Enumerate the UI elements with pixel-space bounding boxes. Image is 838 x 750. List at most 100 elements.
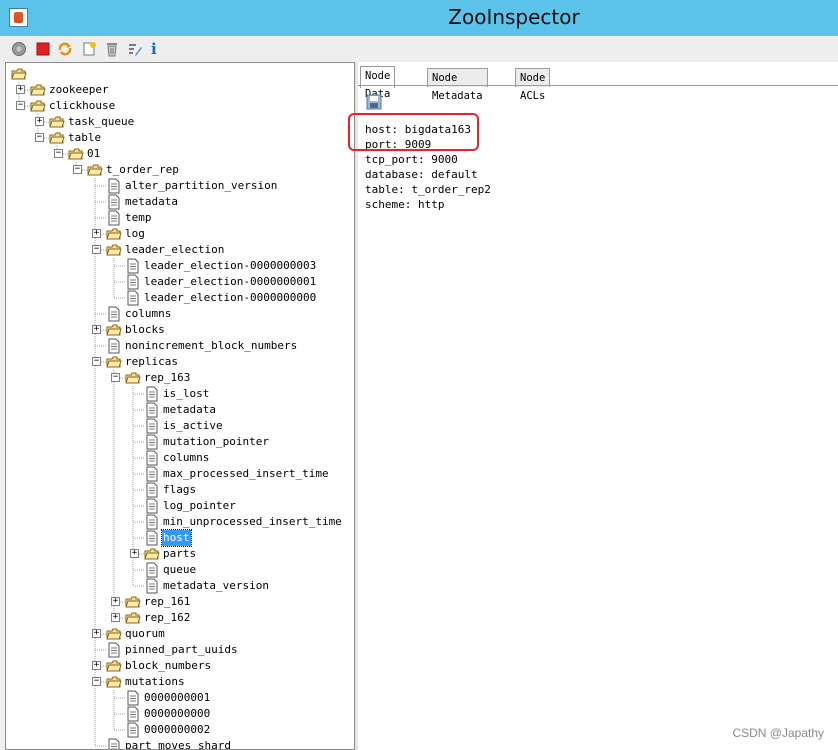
collapse-icon[interactable]: − <box>92 245 101 254</box>
tree-node-label[interactable]: mutation_pointer <box>162 434 270 450</box>
tree-folder-node[interactable]: − mutations <box>6 674 354 690</box>
tree-folder-node[interactable]: + zookeeper <box>6 82 354 98</box>
tree-leaf-node[interactable]: metadata_version <box>6 578 354 594</box>
tree-leaf-node[interactable]: alter_partition_version <box>6 178 354 194</box>
tree-folder-node[interactable]: − table <box>6 130 354 146</box>
tree-folder-node[interactable]: + block_numbers <box>6 658 354 674</box>
tree-node-label[interactable]: temp <box>124 210 153 226</box>
tree-leaf-node[interactable]: max_processed_insert_time <box>6 466 354 482</box>
collapse-icon[interactable]: − <box>35 133 44 142</box>
tree-node-label[interactable]: alter_partition_version <box>124 178 278 194</box>
tree-folder-node[interactable]: − leader_election <box>6 242 354 258</box>
tree-leaf-node[interactable]: columns <box>6 306 354 322</box>
tree-folder-node[interactable]: − t_order_rep <box>6 162 354 178</box>
tree-folder-node[interactable]: + log <box>6 226 354 242</box>
expand-icon[interactable]: + <box>111 597 120 606</box>
tree-folder-node[interactable]: + rep_162 <box>6 610 354 626</box>
tree-folder-node[interactable]: − replicas <box>6 354 354 370</box>
tree-node-label[interactable]: queue <box>162 562 197 578</box>
tree-folder-node[interactable]: + blocks <box>6 322 354 338</box>
tree-leaf-node[interactable]: leader_election-0000000003 <box>6 258 354 274</box>
refresh-icon[interactable] <box>57 41 73 57</box>
tree-node-label[interactable]: is_lost <box>162 386 210 402</box>
tree-leaf-node[interactable]: part_moves_shard <box>6 738 354 749</box>
tree-node-label[interactable]: log_pointer <box>162 498 237 514</box>
tree-folder-node[interactable]: + quorum <box>6 626 354 642</box>
tree-node-label[interactable]: 0000000001 <box>143 690 211 706</box>
tree-leaf-node[interactable]: metadata <box>6 194 354 210</box>
collapse-icon[interactable]: − <box>111 373 120 382</box>
connect-icon[interactable] <box>11 41 27 57</box>
add-node-icon[interactable] <box>81 41 97 57</box>
tree-leaf-node[interactable]: columns <box>6 450 354 466</box>
tree-node-label[interactable]: metadata <box>162 402 217 418</box>
tree-node-label[interactable]: part_moves_shard <box>124 738 232 749</box>
edit-node-icon[interactable] <box>127 41 143 57</box>
tree-leaf-node[interactable]: leader_election-0000000000 <box>6 290 354 306</box>
tree-node-label[interactable]: host <box>161 529 192 547</box>
tree-leaf-node[interactable]: mutation_pointer <box>6 434 354 450</box>
tree-node-label[interactable]: 01 <box>86 146 101 162</box>
tree-node-label[interactable]: columns <box>162 450 210 466</box>
tree-node-label[interactable]: task_queue <box>67 114 135 130</box>
tree-folder-node[interactable] <box>6 66 354 82</box>
node-tree[interactable]: + zookeeper − clickhouse + task_queue − table −0… <box>5 62 355 750</box>
tree-node-label[interactable]: clickhouse <box>48 98 116 114</box>
tree-leaf-node[interactable]: 0000000002 <box>6 722 354 738</box>
delete-node-icon[interactable] <box>104 41 120 57</box>
tree-node-label[interactable]: mutations <box>124 674 186 690</box>
tree-node-label[interactable]: log <box>124 226 146 242</box>
tree-node-label[interactable]: flags <box>162 482 197 498</box>
tree-node-label[interactable]: rep_161 <box>143 594 191 610</box>
expand-icon[interactable]: + <box>35 117 44 126</box>
tree-leaf-node[interactable]: nonincrement_block_numbers <box>6 338 354 354</box>
tree-node-label[interactable]: columns <box>124 306 172 322</box>
tree-node-label[interactable]: parts <box>162 546 197 562</box>
expand-icon[interactable]: + <box>92 661 101 670</box>
tree-node-label[interactable]: block_numbers <box>124 658 212 674</box>
tree-node-label[interactable]: 0000000002 <box>143 722 211 738</box>
expand-icon[interactable]: + <box>92 229 101 238</box>
save-icon[interactable] <box>366 94 382 110</box>
tree-node-label[interactable]: leader_election-0000000001 <box>143 274 317 290</box>
tree-node-label[interactable]: t_order_rep <box>105 162 180 178</box>
disconnect-icon[interactable] <box>35 41 51 57</box>
expand-icon[interactable]: + <box>16 85 25 94</box>
tree-leaf-node[interactable]: pinned_part_uuids <box>6 642 354 658</box>
collapse-icon[interactable]: − <box>92 357 101 366</box>
tree-leaf-node[interactable]: is_lost <box>6 386 354 402</box>
tree-node-label[interactable]: rep_163 <box>143 370 191 386</box>
tree-leaf-node[interactable]: log_pointer <box>6 498 354 514</box>
collapse-icon[interactable]: − <box>73 165 82 174</box>
tree-leaf-node[interactable]: 0000000000 <box>6 706 354 722</box>
tree-node-label[interactable]: blocks <box>124 322 166 338</box>
tree-node-label[interactable]: 0000000000 <box>143 706 211 722</box>
tree-node-label[interactable]: is_active <box>162 418 224 434</box>
tree-folder-node[interactable]: − 01 <box>6 146 354 162</box>
tree-leaf-node[interactable]: queue <box>6 562 354 578</box>
tree-leaf-node[interactable]: leader_election-0000000001 <box>6 274 354 290</box>
expand-icon[interactable]: + <box>111 613 120 622</box>
tree-node-label[interactable]: nonincrement_block_numbers <box>124 338 298 354</box>
tree-node-label[interactable]: zookeeper <box>48 82 110 98</box>
tree-leaf-node[interactable]: flags <box>6 482 354 498</box>
tree-node-label[interactable]: leader_election-0000000003 <box>143 258 317 274</box>
tree-node-label[interactable]: leader_election <box>124 242 225 258</box>
collapse-icon[interactable]: − <box>16 101 25 110</box>
tree-leaf-node[interactable]: 0000000001 <box>6 690 354 706</box>
tree-leaf-node[interactable]: metadata <box>6 402 354 418</box>
tree-node-label[interactable]: metadata <box>124 194 179 210</box>
expand-icon[interactable]: + <box>92 629 101 638</box>
tree-folder-node[interactable]: + task_queue <box>6 114 354 130</box>
collapse-icon[interactable]: − <box>54 149 63 158</box>
tree-leaf-node[interactable]: min_unprocessed_insert_time <box>6 514 354 530</box>
tree-leaf-node[interactable]: temp <box>6 210 354 226</box>
tree-node-label[interactable]: metadata_version <box>162 578 270 594</box>
expand-icon[interactable]: + <box>130 549 139 558</box>
tree-node-label[interactable]: quorum <box>124 626 166 642</box>
tree-folder-node[interactable]: − rep_163 <box>6 370 354 386</box>
tree-node-label[interactable]: rep_162 <box>143 610 191 626</box>
tree-folder-node[interactable]: + rep_161 <box>6 594 354 610</box>
tree-folder-node[interactable]: − clickhouse <box>6 98 354 114</box>
info-icon[interactable]: i <box>151 41 167 57</box>
